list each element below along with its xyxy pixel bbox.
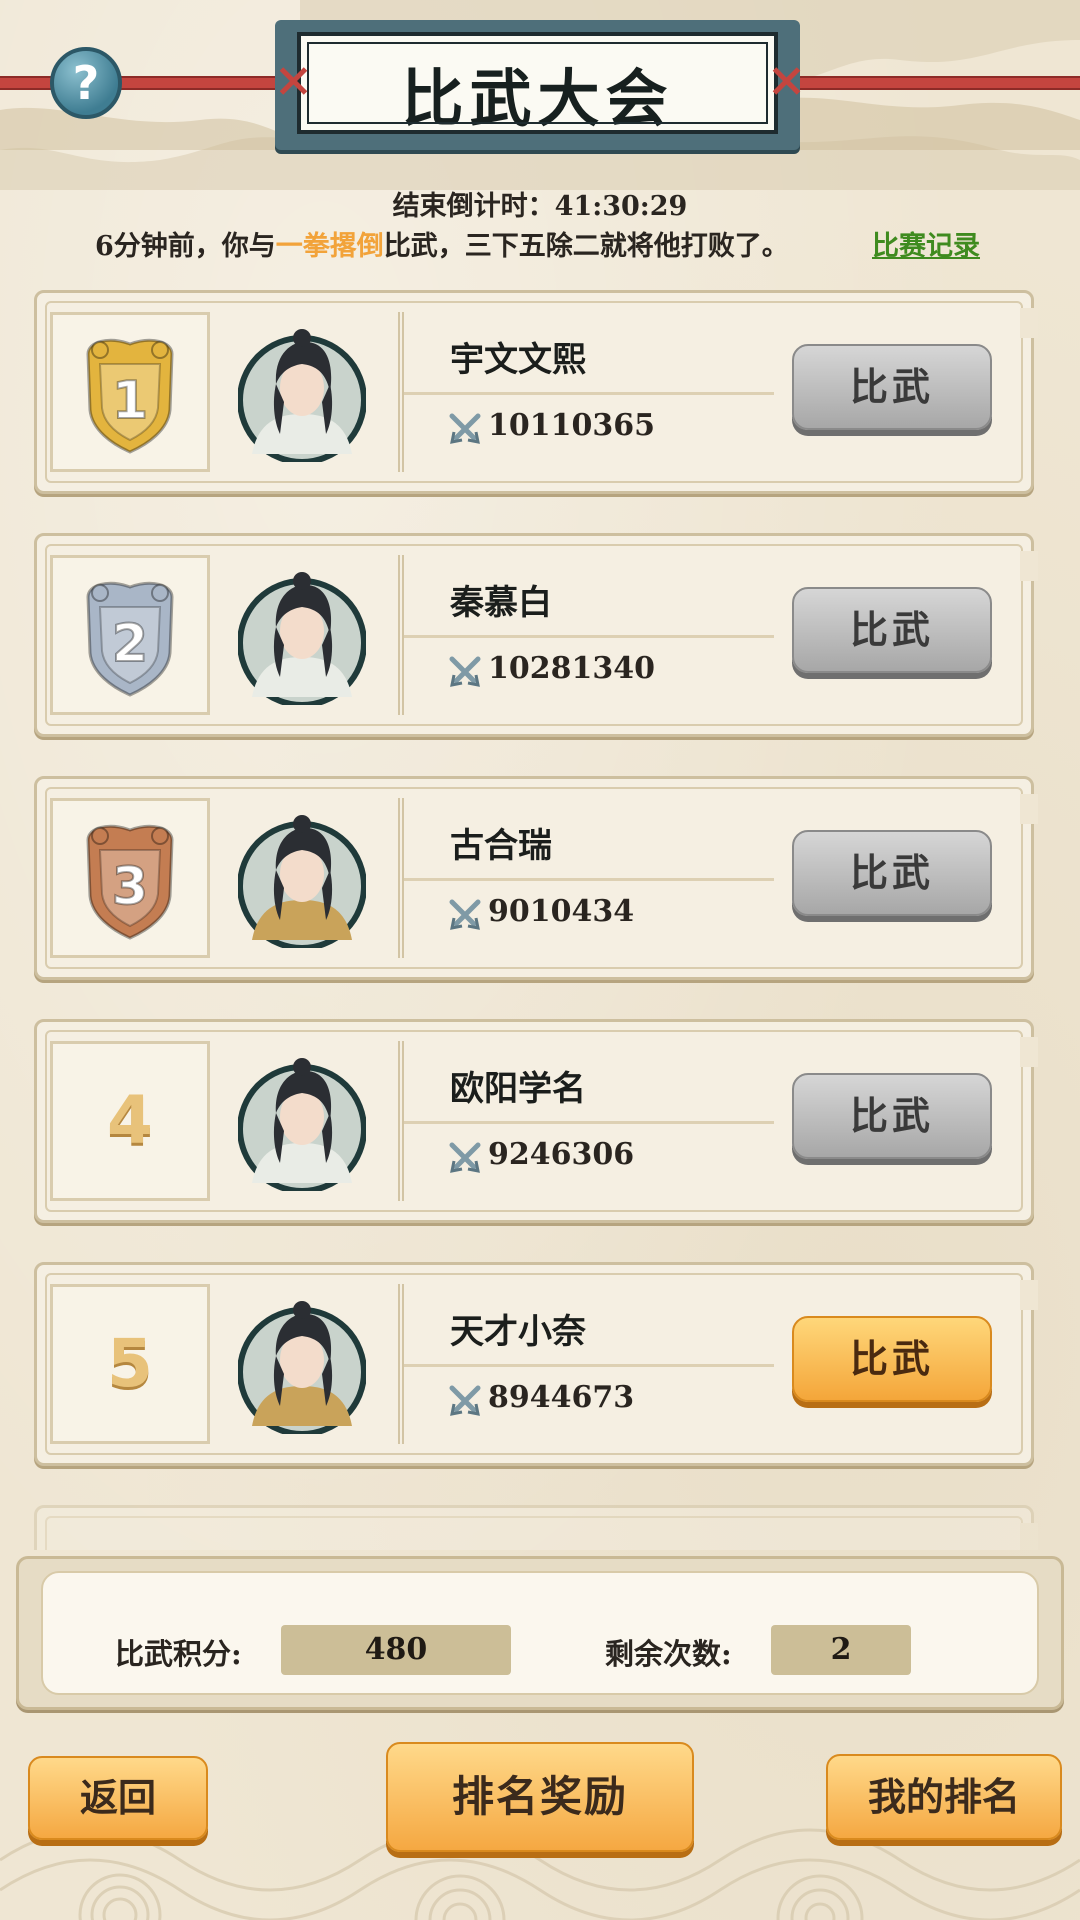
player-name: 宇文文熙 — [450, 340, 586, 380]
question-mark-icon[interactable]: ? — [50, 47, 122, 119]
challenge-button[interactable]: 比武 — [792, 1073, 992, 1159]
challenge-button[interactable]: 比武 — [792, 830, 992, 916]
page-title: 比武大会 — [401, 62, 674, 135]
stats-panel: 比武积分: 480 剩余次数: 2 — [16, 1556, 1064, 1710]
rank-bronze-badge-icon: 3 — [86, 824, 174, 940]
remaining-value: 2 — [771, 1625, 911, 1675]
score-value: 480 — [281, 1625, 511, 1675]
challenge-button[interactable]: 比武 — [792, 344, 992, 430]
combat-power: 10281340 — [488, 651, 655, 686]
player-name: 古合瑞 — [450, 826, 552, 866]
rope-knot-icon — [773, 68, 799, 94]
avatar[interactable] — [238, 322, 366, 462]
match-records-link[interactable]: 比赛记录 — [872, 224, 980, 263]
player-name: 欧阳学名 — [450, 1069, 586, 1109]
remaining-label: 剩余次数: — [605, 1637, 732, 1671]
avatar[interactable] — [238, 808, 366, 948]
ranking-rewards-button[interactable]: 排名奖励 — [386, 1742, 694, 1852]
rank-number: 5 — [107, 1325, 153, 1402]
game-screen: ? 比武大会 结束倒计时：41:30:29 6分钟前，你与一拳撂倒比武，三下五除… — [0, 0, 1080, 1920]
crossed-swords-icon — [449, 1142, 481, 1173]
crossed-swords-icon — [449, 1385, 481, 1416]
ranking-row: 4 欧阳学名 9246306 比武 — [34, 1019, 1038, 1223]
rank-number: 1 — [112, 371, 148, 431]
rank-number: 3 — [112, 857, 148, 917]
battle-message-prefix: 6分钟前，你与 — [95, 231, 276, 262]
crossed-swords-icon — [449, 899, 481, 930]
my-ranking-button[interactable]: 我的排名 — [826, 1754, 1062, 1840]
back-button[interactable]: 返回 — [28, 1756, 208, 1840]
challenge-button[interactable]: 比武 — [792, 1316, 992, 1402]
ranking-row: 2 秦慕白 10281340 比武 — [34, 533, 1038, 737]
rank-gold-badge-icon: 1 — [86, 338, 174, 454]
combat-power: 10110365 — [488, 408, 655, 443]
ranking-row: 3 古合瑞 9010434 比武 — [34, 776, 1038, 980]
ranking-row: 1 宇文文熙 10110365 比武 — [34, 290, 1038, 494]
rank-silver-badge-icon: 2 — [86, 581, 174, 697]
rank-number: 4 — [107, 1082, 153, 1159]
countdown-label: 结束倒计时： — [392, 191, 555, 222]
avatar[interactable] — [238, 565, 366, 705]
ranking-list[interactable]: 1 宇文文熙 10110365 比武 2 秦慕白 10281340 比武 3 古合瑞 9010434… — [34, 290, 1038, 1550]
ranking-row: 5 天才小奈 8944673 比武 — [34, 1262, 1038, 1466]
player-name: 秦慕白 — [450, 583, 552, 623]
player-name: 天才小奈 — [450, 1312, 586, 1352]
combat-power: 9010434 — [488, 894, 635, 929]
avatar[interactable] — [238, 1051, 366, 1191]
rank-number: 2 — [112, 614, 148, 674]
countdown-value: 41:30:29 — [554, 191, 688, 222]
avatar[interactable] — [238, 1294, 366, 1434]
rope-knot-icon — [280, 68, 306, 94]
challenge-button[interactable]: 比武 — [792, 587, 992, 673]
opponent-name: 一拳撂倒 — [275, 231, 384, 262]
ranking-row — [34, 1505, 1038, 1550]
combat-power: 8944673 — [488, 1380, 635, 1415]
last-battle-message: 6分钟前，你与一拳撂倒比武，三下五除二就将他打败了。 — [95, 224, 789, 263]
crossed-swords-icon — [449, 413, 481, 444]
title-banner: 比武大会 — [275, 20, 800, 150]
battle-message-suffix: 比武，三下五除二就将他打败了。 — [383, 231, 789, 262]
combat-power: 9246306 — [488, 1137, 635, 1172]
crossed-swords-icon — [449, 656, 481, 687]
countdown-timer: 结束倒计时：41:30:29 — [0, 184, 1080, 223]
score-label: 比武积分: — [115, 1637, 242, 1671]
